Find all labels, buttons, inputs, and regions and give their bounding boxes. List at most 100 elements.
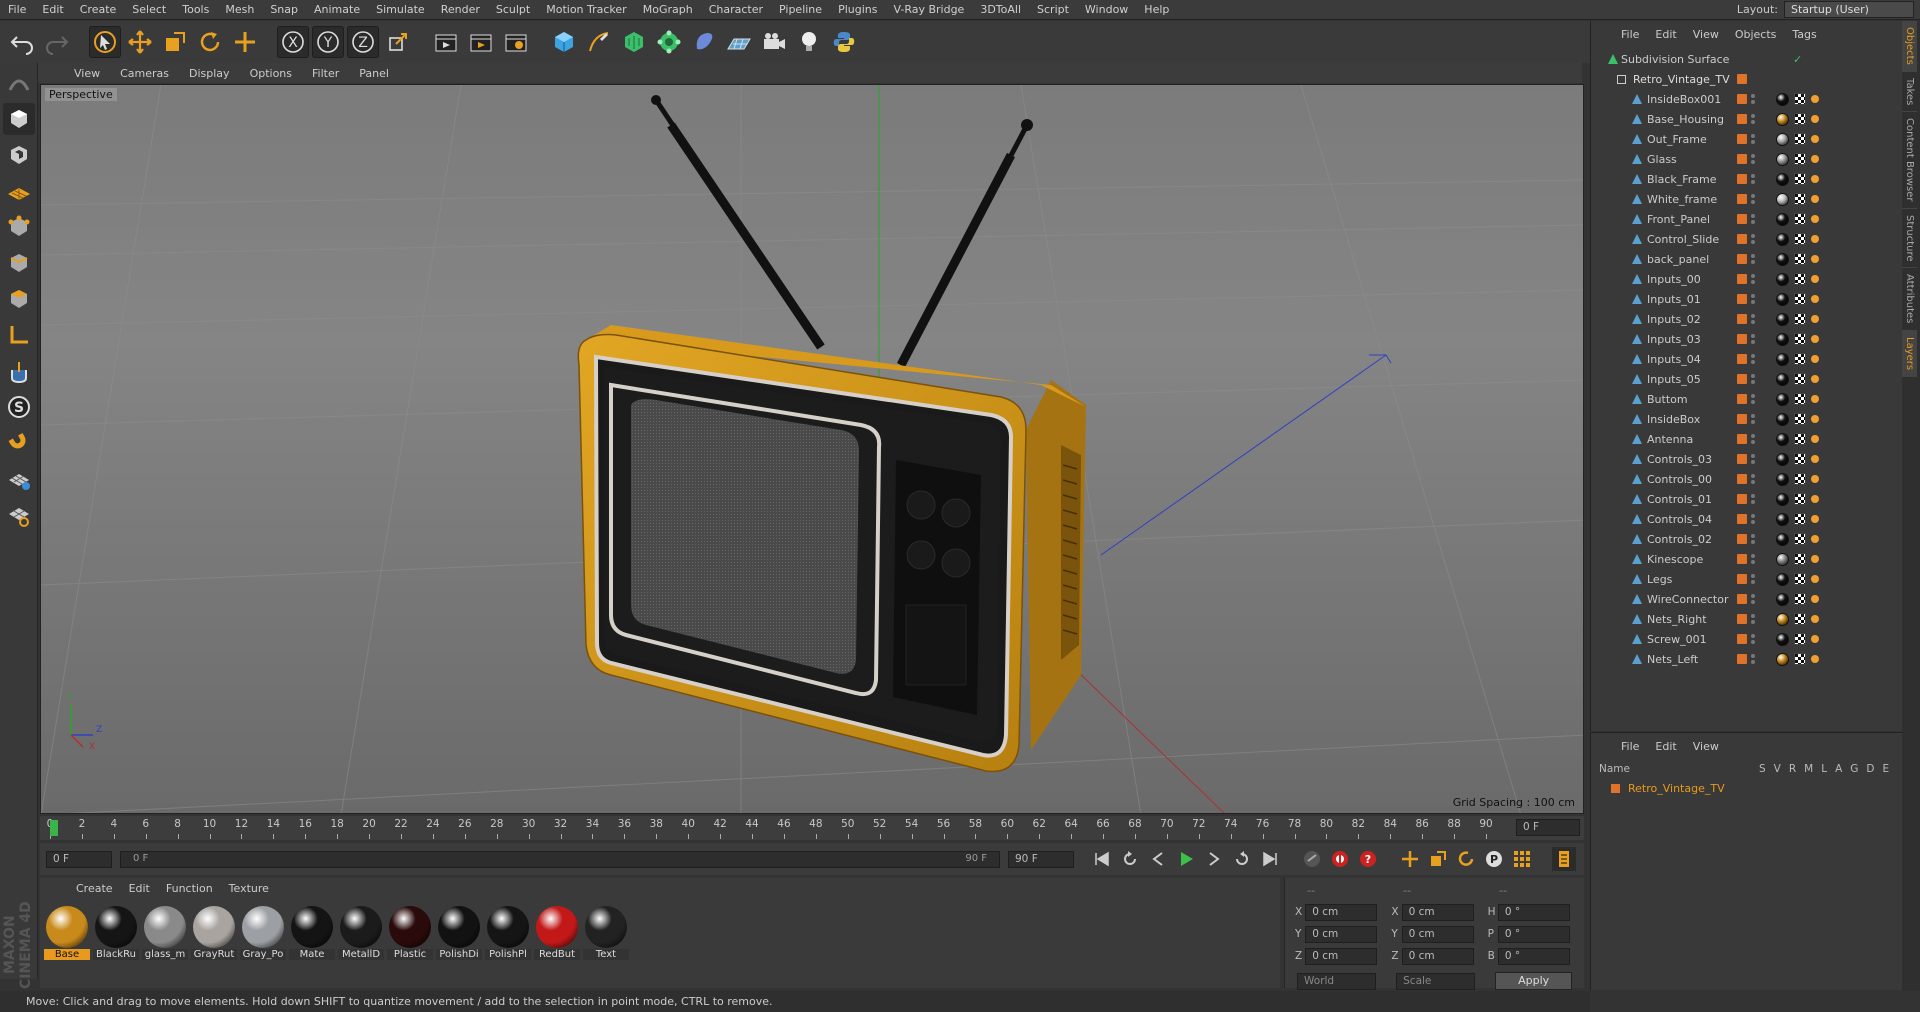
solo-icon[interactable]: S bbox=[3, 391, 35, 423]
render-picture-viewer-icon[interactable] bbox=[465, 26, 497, 58]
timeline-layout-icon[interactable] bbox=[1552, 847, 1576, 871]
next-key-icon[interactable] bbox=[1230, 847, 1254, 871]
texture-tag-icon[interactable] bbox=[1794, 473, 1806, 485]
menu-pipeline[interactable]: Pipeline bbox=[771, 0, 830, 20]
menu-tools[interactable]: Tools bbox=[174, 0, 217, 20]
phong-tag-icon[interactable] bbox=[1811, 435, 1819, 443]
redo-icon[interactable] bbox=[41, 26, 73, 58]
texture-tag-icon[interactable] bbox=[1794, 213, 1806, 225]
visibility-dots-icon[interactable] bbox=[1751, 373, 1755, 385]
coord-position-field[interactable]: 0 cm bbox=[1305, 947, 1378, 965]
texture-tag-icon[interactable] bbox=[1794, 633, 1806, 645]
viewport-menu-cameras[interactable]: Cameras bbox=[110, 67, 179, 80]
points-mode-icon[interactable] bbox=[3, 211, 35, 243]
material-swatch[interactable]: PolishPl bbox=[485, 906, 531, 960]
phong-tag-icon[interactable] bbox=[1811, 215, 1819, 223]
side-tab-objects[interactable]: Objects bbox=[1902, 21, 1917, 72]
object-row[interactable]: Front_Panel bbox=[1591, 209, 1903, 229]
object-row[interactable]: Inputs_05 bbox=[1591, 369, 1903, 389]
viewport-menu-display[interactable]: Display bbox=[179, 67, 240, 80]
layer-menu-view[interactable]: View bbox=[1685, 740, 1727, 753]
autokey-icon[interactable]: ? bbox=[1356, 847, 1380, 871]
material-tag-icon[interactable] bbox=[1776, 192, 1789, 206]
phong-tag-icon[interactable] bbox=[1811, 535, 1819, 543]
menu-mesh[interactable]: Mesh bbox=[217, 0, 262, 20]
object-row[interactable]: Screw_001 bbox=[1591, 629, 1903, 649]
phong-tag-icon[interactable] bbox=[1811, 235, 1819, 243]
visibility-check-icon[interactable]: ✓ bbox=[1793, 53, 1805, 66]
texture-tag-icon[interactable] bbox=[1794, 293, 1806, 305]
x-axis-icon[interactable]: X bbox=[277, 26, 309, 58]
layer-menu-edit[interactable]: Edit bbox=[1647, 740, 1684, 753]
material-tag-icon[interactable] bbox=[1776, 232, 1789, 246]
texture-tag-icon[interactable] bbox=[1794, 93, 1806, 105]
side-tab-content-browser[interactable]: Content Browser bbox=[1902, 112, 1917, 209]
menu-help[interactable]: Help bbox=[1136, 0, 1177, 20]
visibility-dots-icon[interactable] bbox=[1751, 313, 1755, 325]
y-axis-icon[interactable]: Y bbox=[312, 26, 344, 58]
material-tag-icon[interactable] bbox=[1776, 272, 1789, 286]
texture-tag-icon[interactable] bbox=[1794, 133, 1806, 145]
texture-tag-icon[interactable] bbox=[1794, 573, 1806, 585]
texture-tag-icon[interactable] bbox=[1794, 113, 1806, 125]
texture-tag-icon[interactable] bbox=[1794, 253, 1806, 265]
object-row[interactable]: Controls_01 bbox=[1591, 489, 1903, 509]
make-editable-icon[interactable] bbox=[3, 67, 35, 99]
menu-file[interactable]: File bbox=[0, 0, 34, 20]
coord-position-field[interactable]: 0 cm bbox=[1305, 925, 1378, 943]
object-row[interactable]: Inputs_03 bbox=[1591, 329, 1903, 349]
magnet-icon[interactable] bbox=[3, 427, 35, 459]
menu-script[interactable]: Script bbox=[1029, 0, 1077, 20]
visibility-dots-icon[interactable] bbox=[1751, 193, 1755, 205]
menu-plugins[interactable]: Plugins bbox=[830, 0, 885, 20]
phong-tag-icon[interactable] bbox=[1811, 195, 1819, 203]
texture-tag-icon[interactable] bbox=[1794, 493, 1806, 505]
menu-sculpt[interactable]: Sculpt bbox=[488, 0, 538, 20]
material-swatch[interactable]: BlackRu bbox=[93, 906, 139, 960]
material-tag-icon[interactable] bbox=[1776, 652, 1789, 666]
texture-tag-icon[interactable] bbox=[1794, 313, 1806, 325]
visibility-dots-icon[interactable] bbox=[1751, 473, 1755, 485]
material-tag-icon[interactable] bbox=[1776, 552, 1789, 566]
cube-primitive-icon[interactable] bbox=[548, 26, 580, 58]
visibility-dots-icon[interactable] bbox=[1751, 433, 1755, 445]
phong-tag-icon[interactable] bbox=[1811, 555, 1819, 563]
phong-tag-icon[interactable] bbox=[1811, 575, 1819, 583]
object-row[interactable]: Black_Frame bbox=[1591, 169, 1903, 189]
prev-key-icon[interactable] bbox=[1118, 847, 1142, 871]
texture-tag-icon[interactable] bbox=[1794, 393, 1806, 405]
key-rotation-icon[interactable] bbox=[1454, 847, 1478, 871]
workplane-icon[interactable] bbox=[3, 175, 35, 207]
key-parameter-icon[interactable]: P bbox=[1482, 847, 1506, 871]
phong-tag-icon[interactable] bbox=[1811, 515, 1819, 523]
object-row[interactable]: InsideBox bbox=[1591, 409, 1903, 429]
menu-simulate[interactable]: Simulate bbox=[368, 0, 433, 20]
visibility-dots-icon[interactable] bbox=[1751, 93, 1755, 105]
texture-tag-icon[interactable] bbox=[1794, 173, 1806, 185]
material-tag-icon[interactable] bbox=[1776, 472, 1789, 486]
phong-tag-icon[interactable] bbox=[1811, 635, 1819, 643]
visibility-dots-icon[interactable] bbox=[1751, 493, 1755, 505]
object-row[interactable]: Buttom bbox=[1591, 389, 1903, 409]
object-row[interactable]: Control_Slide bbox=[1591, 229, 1903, 249]
visibility-dots-icon[interactable] bbox=[1751, 293, 1755, 305]
material-menu-edit[interactable]: Edit bbox=[121, 882, 158, 895]
coord-rotation-field[interactable]: 0 ° bbox=[1497, 925, 1570, 943]
tweak-mode-icon[interactable] bbox=[3, 355, 35, 387]
texture-tag-icon[interactable] bbox=[1794, 653, 1806, 665]
texture-tag-icon[interactable] bbox=[1794, 193, 1806, 205]
coord-position-field[interactable]: 0 cm bbox=[1305, 903, 1378, 921]
object-row[interactable]: Nets_Left bbox=[1591, 649, 1903, 669]
object-row[interactable]: InsideBox001 bbox=[1591, 89, 1903, 109]
frame-range-slider[interactable]: 0 F 90 F bbox=[120, 850, 1000, 868]
menu-v-ray-bridge[interactable]: V-Ray Bridge bbox=[885, 0, 972, 20]
object-menu-edit[interactable]: Edit bbox=[1647, 28, 1684, 41]
z-axis-icon[interactable]: Z bbox=[347, 26, 379, 58]
goto-end-icon[interactable] bbox=[1258, 847, 1282, 871]
object-row[interactable]: Inputs_00 bbox=[1591, 269, 1903, 289]
side-tab-attributes[interactable]: Attributes bbox=[1902, 268, 1917, 331]
end-frame-field[interactable]: 90 F bbox=[1008, 850, 1074, 868]
phong-tag-icon[interactable] bbox=[1811, 475, 1819, 483]
phong-tag-icon[interactable] bbox=[1811, 415, 1819, 423]
material-menu-create[interactable]: Create bbox=[68, 882, 121, 895]
